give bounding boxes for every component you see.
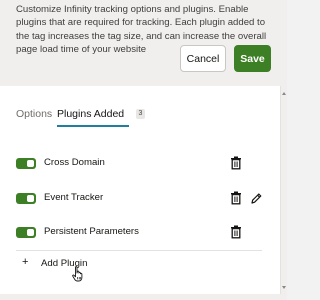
header-region: Customize Infinity tracking options and … xyxy=(0,0,287,86)
scroll-down-arrow-icon[interactable] xyxy=(282,286,286,289)
tab-plugins-added[interactable]: Plugins Added xyxy=(57,108,124,120)
scroll-up-arrow-icon[interactable] xyxy=(282,92,286,95)
plugin-name: Persistent Parameters xyxy=(44,226,139,237)
cancel-button[interactable]: Cancel xyxy=(180,45,226,72)
toggle-knob xyxy=(27,229,34,236)
footer-strip xyxy=(0,294,287,300)
trash-icon[interactable] xyxy=(230,225,242,239)
plugin-row: Persistent Parameters xyxy=(16,223,274,243)
trash-icon[interactable] xyxy=(230,156,242,170)
hand-pointer-cursor-icon xyxy=(72,266,83,282)
plugin-toggle-cross-domain[interactable] xyxy=(16,158,36,169)
scrollbar[interactable] xyxy=(280,86,287,294)
plugin-name: Cross Domain xyxy=(44,157,105,168)
pencil-icon[interactable] xyxy=(250,191,262,205)
plugin-name: Event Tracker xyxy=(44,192,104,203)
toggle-knob xyxy=(27,160,34,167)
plugins-count-badge: 3 xyxy=(136,109,145,119)
plus-icon: + xyxy=(22,256,29,268)
selected-tab-indicator xyxy=(57,125,129,127)
divider xyxy=(16,250,262,251)
tab-options[interactable]: Options xyxy=(16,108,52,120)
toggle-knob xyxy=(27,195,34,202)
plugin-toggle-persistent-parameters[interactable] xyxy=(16,227,36,238)
plugin-row: Cross Domain xyxy=(16,154,274,174)
save-button[interactable]: Save xyxy=(234,45,271,72)
trash-icon[interactable] xyxy=(230,191,242,205)
plugin-toggle-event-tracker[interactable] xyxy=(16,193,36,204)
plugin-row: Event Tracker xyxy=(16,189,274,209)
